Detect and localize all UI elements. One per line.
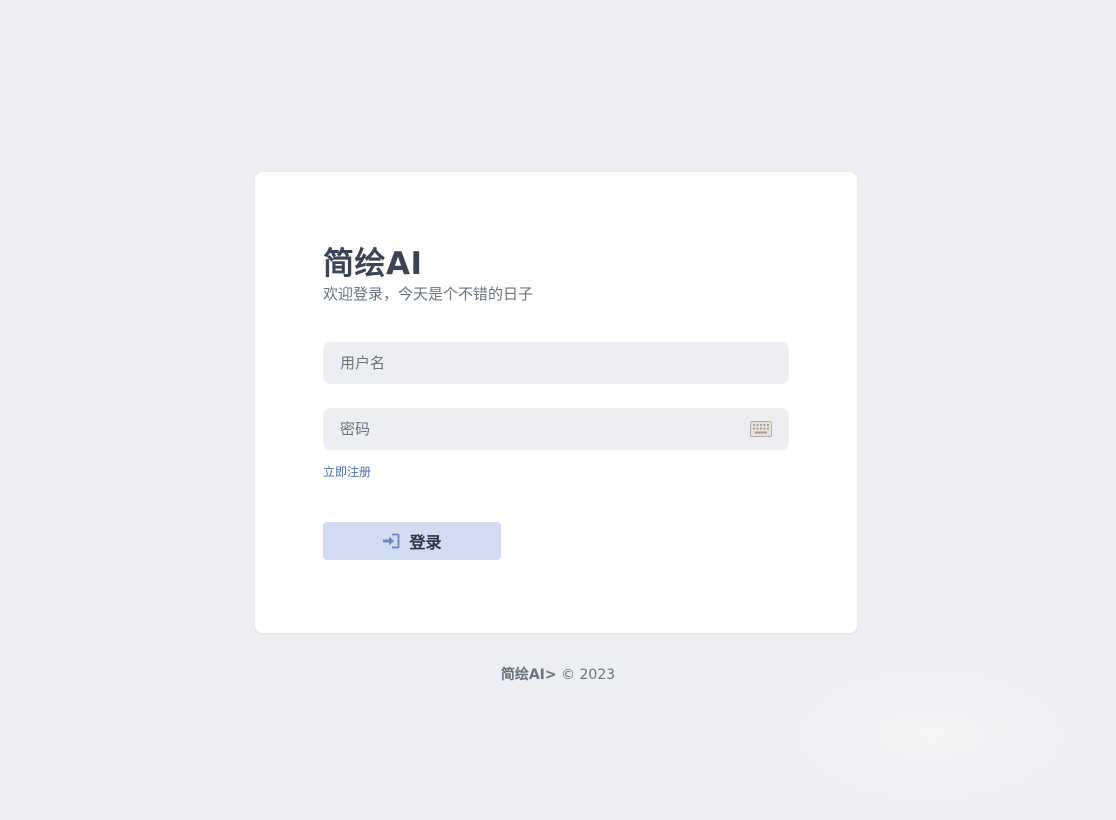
password-field [323,408,789,450]
footer: 简绘AI> © 2023 [0,664,1116,684]
page-subtitle: 欢迎登录，今天是个不错的日子 [323,285,534,303]
keyboard-icon[interactable] [750,421,772,437]
footer-copyright: © 2023 [561,667,616,683]
login-arrow-icon [383,533,400,549]
footer-brand: 简绘AI> [500,667,557,683]
login-button[interactable]: 登录 [323,522,501,560]
login-card: 简绘AI 欢迎登录，今天是个不错的日子 用户名 立即注册 登录 [255,172,857,633]
password-input[interactable] [323,408,789,450]
login-page: 简绘AI 欢迎登录，今天是个不错的日子 用户名 立即注册 登录 简绘AI> © … [0,0,1116,820]
username-input[interactable] [323,342,789,384]
username-field [323,342,789,384]
login-button-label: 登录 [409,533,442,552]
register-link[interactable]: 立即注册 [323,463,371,480]
page-title: 简绘AI [323,246,423,282]
